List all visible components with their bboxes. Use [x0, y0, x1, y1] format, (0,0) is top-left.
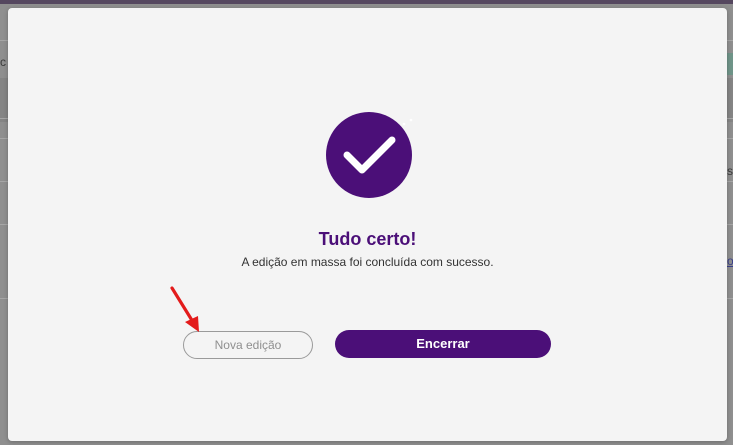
dialog-message: A edição em massa foi concluída com suce…	[241, 255, 494, 269]
background-text-fragment: s	[727, 164, 733, 178]
background-text-fragment: c	[0, 55, 6, 69]
check-circle-icon	[326, 112, 412, 198]
dialog-title: Tudo certo!	[318, 229, 417, 249]
background-link-fragment: o	[727, 254, 733, 268]
checkmark-icon	[343, 136, 396, 174]
success-dialog: Tudo certo! A edição em massa foi conclu…	[8, 8, 727, 441]
sparkle-icon	[402, 118, 413, 126]
close-button[interactable]: Encerrar	[335, 330, 551, 358]
red-arrow-icon	[170, 286, 199, 332]
